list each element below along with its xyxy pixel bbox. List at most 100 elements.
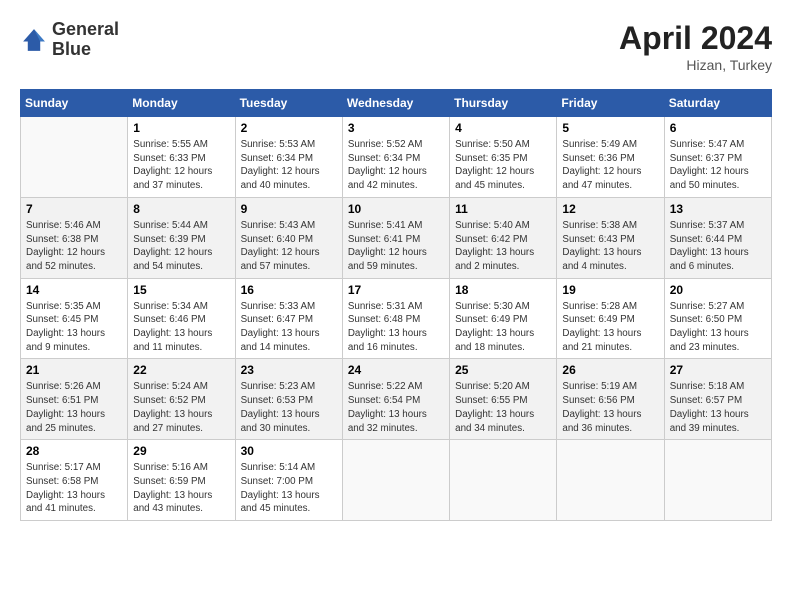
- day-cell: 21 Sunrise: 5:26 AM Sunset: 6:51 PM Dayli…: [21, 359, 128, 440]
- day-cell: 27 Sunrise: 5:18 AM Sunset: 6:57 PM Dayli…: [664, 359, 771, 440]
- day-number: 27: [670, 363, 766, 377]
- day-cell: 19 Sunrise: 5:28 AM Sunset: 6:49 PM Dayli…: [557, 278, 664, 359]
- day-number: 29: [133, 444, 229, 458]
- day-number: 8: [133, 202, 229, 216]
- day-number: 3: [348, 121, 444, 135]
- day-info: Sunrise: 5:18 AM Sunset: 6:57 PM Dayligh…: [670, 380, 766, 435]
- col-header-friday: Friday: [557, 90, 664, 117]
- calendar-table: SundayMondayTuesdayWednesdayThursdayFrid…: [20, 89, 772, 521]
- day-number: 22: [133, 363, 229, 377]
- day-info: Sunrise: 5:38 AM Sunset: 6:43 PM Dayligh…: [562, 219, 658, 274]
- day-info: Sunrise: 5:27 AM Sunset: 6:50 PM Dayligh…: [670, 300, 766, 355]
- day-info: Sunrise: 5:44 AM Sunset: 6:39 PM Dayligh…: [133, 219, 229, 274]
- day-info: Sunrise: 5:19 AM Sunset: 6:56 PM Dayligh…: [562, 380, 658, 435]
- day-cell: 18Sunrise: 5:30 AM Sunset: 6:49 PM Dayli…: [450, 278, 557, 359]
- logo: General Blue: [20, 20, 119, 60]
- day-info: Sunrise: 5:22 AM Sunset: 6:54 PM Dayligh…: [348, 380, 444, 435]
- week-row-3: 14Sunrise: 5:35 AM Sunset: 6:45 PM Dayli…: [21, 278, 772, 359]
- logo-line2: Blue: [52, 40, 119, 60]
- col-header-tuesday: Tuesday: [235, 90, 342, 117]
- title-block: April 2024 Hizan, Turkey: [619, 20, 772, 73]
- day-info: Sunrise: 5:49 AM Sunset: 6:36 PM Dayligh…: [562, 138, 658, 193]
- logo-line1: General: [52, 20, 119, 40]
- day-info: Sunrise: 5:41 AM Sunset: 6:41 PM Dayligh…: [348, 219, 444, 274]
- day-number: 23: [241, 363, 337, 377]
- day-number: 11: [455, 202, 551, 216]
- day-number: 15: [133, 283, 229, 297]
- month-year: April 2024: [619, 20, 772, 57]
- day-info: Sunrise: 5:34 AM Sunset: 6:46 PM Dayligh…: [133, 300, 229, 355]
- day-cell: 5 Sunrise: 5:49 AM Sunset: 6:36 PM Daylig…: [557, 117, 664, 198]
- day-cell: 29 Sunrise: 5:16 AM Sunset: 6:59 PM Dayli…: [128, 440, 235, 521]
- page-header: General Blue April 2024 Hizan, Turkey: [20, 20, 772, 73]
- col-header-thursday: Thursday: [450, 90, 557, 117]
- day-cell: 3 Sunrise: 5:52 AM Sunset: 6:34 PM Daylig…: [342, 117, 449, 198]
- day-number: 10: [348, 202, 444, 216]
- day-info: Sunrise: 5:17 AM Sunset: 6:58 PM Dayligh…: [26, 461, 122, 516]
- day-info: Sunrise: 5:35 AM Sunset: 6:45 PM Dayligh…: [26, 300, 122, 355]
- day-cell: 17 Sunrise: 5:31 AM Sunset: 6:48 PM Dayli…: [342, 278, 449, 359]
- day-cell: 7 Sunrise: 5:46 AM Sunset: 6:38 PM Daylig…: [21, 197, 128, 278]
- day-cell: 26Sunrise: 5:19 AM Sunset: 6:56 PM Dayli…: [557, 359, 664, 440]
- day-number: 5: [562, 121, 658, 135]
- day-info: Sunrise: 5:23 AM Sunset: 6:53 PM Dayligh…: [241, 380, 337, 435]
- day-number: 17: [348, 283, 444, 297]
- day-cell: 28 Sunrise: 5:17 AM Sunset: 6:58 PM Dayli…: [21, 440, 128, 521]
- day-cell: 4 Sunrise: 5:50 AM Sunset: 6:35 PM Daylig…: [450, 117, 557, 198]
- location: Hizan, Turkey: [619, 57, 772, 73]
- week-row-2: 7 Sunrise: 5:46 AM Sunset: 6:38 PM Daylig…: [21, 197, 772, 278]
- day-info: Sunrise: 5:40 AM Sunset: 6:42 PM Dayligh…: [455, 219, 551, 274]
- day-info: Sunrise: 5:52 AM Sunset: 6:34 PM Dayligh…: [348, 138, 444, 193]
- day-info: Sunrise: 5:24 AM Sunset: 6:52 PM Dayligh…: [133, 380, 229, 435]
- day-cell: 24Sunrise: 5:22 AM Sunset: 6:54 PM Dayli…: [342, 359, 449, 440]
- day-info: Sunrise: 5:31 AM Sunset: 6:48 PM Dayligh…: [348, 300, 444, 355]
- day-info: Sunrise: 5:46 AM Sunset: 6:38 PM Dayligh…: [26, 219, 122, 274]
- day-cell: [557, 440, 664, 521]
- day-number: 9: [241, 202, 337, 216]
- day-number: 13: [670, 202, 766, 216]
- day-number: 20: [670, 283, 766, 297]
- day-cell: 30 Sunrise: 5:14 AM Sunset: 7:00 PM Dayli…: [235, 440, 342, 521]
- day-info: Sunrise: 5:16 AM Sunset: 6:59 PM Dayligh…: [133, 461, 229, 516]
- day-info: Sunrise: 5:14 AM Sunset: 7:00 PM Dayligh…: [241, 461, 337, 516]
- day-cell: 9 Sunrise: 5:43 AM Sunset: 6:40 PM Daylig…: [235, 197, 342, 278]
- day-number: 2: [241, 121, 337, 135]
- day-cell: 16 Sunrise: 5:33 AM Sunset: 6:47 PM Dayli…: [235, 278, 342, 359]
- day-cell: [450, 440, 557, 521]
- day-info: Sunrise: 5:55 AM Sunset: 6:33 PM Dayligh…: [133, 138, 229, 193]
- day-number: 1: [133, 121, 229, 135]
- day-cell: 8 Sunrise: 5:44 AM Sunset: 6:39 PM Daylig…: [128, 197, 235, 278]
- day-cell: 25Sunrise: 5:20 AM Sunset: 6:55 PM Dayli…: [450, 359, 557, 440]
- day-cell: 2Sunrise: 5:53 AM Sunset: 6:34 PM Daylig…: [235, 117, 342, 198]
- day-cell: 13Sunrise: 5:37 AM Sunset: 6:44 PM Dayli…: [664, 197, 771, 278]
- day-info: Sunrise: 5:43 AM Sunset: 6:40 PM Dayligh…: [241, 219, 337, 274]
- calendar-header: SundayMondayTuesdayWednesdayThursdayFrid…: [21, 90, 772, 117]
- col-header-monday: Monday: [128, 90, 235, 117]
- logo-text: General Blue: [52, 20, 119, 60]
- day-info: Sunrise: 5:33 AM Sunset: 6:47 PM Dayligh…: [241, 300, 337, 355]
- day-number: 16: [241, 283, 337, 297]
- week-row-4: 21 Sunrise: 5:26 AM Sunset: 6:51 PM Dayli…: [21, 359, 772, 440]
- logo-icon: [20, 26, 48, 54]
- day-info: Sunrise: 5:50 AM Sunset: 6:35 PM Dayligh…: [455, 138, 551, 193]
- day-cell: 6Sunrise: 5:47 AM Sunset: 6:37 PM Daylig…: [664, 117, 771, 198]
- day-number: 21: [26, 363, 122, 377]
- day-cell: 23 Sunrise: 5:23 AM Sunset: 6:53 PM Dayli…: [235, 359, 342, 440]
- day-cell: 1 Sunrise: 5:55 AM Sunset: 6:33 PM Daylig…: [128, 117, 235, 198]
- col-header-saturday: Saturday: [664, 90, 771, 117]
- day-number: 7: [26, 202, 122, 216]
- day-number: 12: [562, 202, 658, 216]
- day-number: 30: [241, 444, 337, 458]
- day-number: 4: [455, 121, 551, 135]
- col-header-wednesday: Wednesday: [342, 90, 449, 117]
- day-info: Sunrise: 5:28 AM Sunset: 6:49 PM Dayligh…: [562, 300, 658, 355]
- day-info: Sunrise: 5:26 AM Sunset: 6:51 PM Dayligh…: [26, 380, 122, 435]
- day-cell: 10 Sunrise: 5:41 AM Sunset: 6:41 PM Dayli…: [342, 197, 449, 278]
- day-cell: [342, 440, 449, 521]
- day-cell: 12 Sunrise: 5:38 AM Sunset: 6:43 PM Dayli…: [557, 197, 664, 278]
- day-cell: 14Sunrise: 5:35 AM Sunset: 6:45 PM Dayli…: [21, 278, 128, 359]
- header-row: SundayMondayTuesdayWednesdayThursdayFrid…: [21, 90, 772, 117]
- day-number: 28: [26, 444, 122, 458]
- day-info: Sunrise: 5:47 AM Sunset: 6:37 PM Dayligh…: [670, 138, 766, 193]
- day-number: 19: [562, 283, 658, 297]
